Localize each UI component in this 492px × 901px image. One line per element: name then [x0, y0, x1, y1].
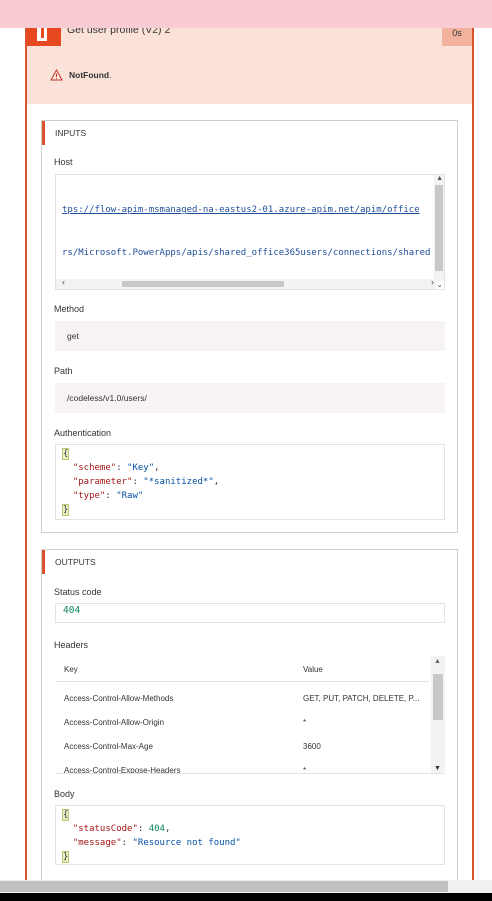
warning-icon — [50, 69, 63, 81]
host-value-box[interactable]: tps://flow-apim-msmanaged-na-eastus2-01.… — [55, 174, 445, 290]
scroll-down-icon[interactable]: ▼ — [434, 765, 441, 772]
status-code-label: Status code — [54, 587, 102, 597]
path-value: /codeless/v1.0/users/ — [55, 383, 445, 413]
error-suffix: . — [109, 70, 112, 80]
right-margin — [474, 28, 492, 880]
body-label: Body — [54, 789, 75, 799]
json-value-message: "Resource not found" — [132, 838, 241, 848]
table-row: Access-Control-Expose-Headers * — [55, 757, 429, 774]
headers-label: Headers — [54, 640, 89, 650]
host-url-line1[interactable]: tps://flow-apim-msmanaged-na-eastus2-01.… — [62, 205, 420, 215]
json-close-brace: } — [62, 504, 70, 516]
method-value: get — [55, 321, 445, 351]
duration-badge: 0s — [442, 28, 472, 46]
top-banner — [0, 0, 492, 28]
page-horizontal-scrollbar[interactable] — [0, 880, 492, 893]
card-border-right — [472, 28, 474, 880]
error-code: NotFound — [69, 70, 110, 80]
error-message: NotFound. — [69, 70, 112, 80]
scroll-up-icon[interactable]: ▲ — [434, 658, 441, 665]
inputs-section-title: INPUTS — [42, 121, 457, 145]
json-value-parameter: "*sanitized*" — [143, 477, 214, 487]
status-code-value: 404 — [55, 603, 445, 623]
header-key: Access-Control-Allow-Methods — [64, 694, 174, 703]
json-close-brace: } — [62, 851, 70, 863]
scroll-down-icon[interactable]: ⌄ — [436, 280, 443, 289]
header-value: 3600 — [303, 742, 321, 751]
scroll-right-icon[interactable]: › — [431, 277, 434, 287]
json-open-brace: { — [62, 809, 70, 821]
header-key: Access-Control-Allow-Origin — [64, 718, 165, 727]
json-key-message: "message" — [72, 838, 122, 848]
card-border-left — [25, 28, 27, 880]
host-horizontal-scrollbar[interactable]: ‹ › — [56, 277, 436, 289]
host-vertical-scroll-thumb[interactable] — [435, 185, 443, 271]
json-key-parameter: "parameter" — [72, 477, 133, 487]
host-horizontal-scroll-thumb[interactable] — [122, 281, 284, 287]
host-vertical-scrollbar[interactable]: ▲ — [434, 175, 444, 281]
json-key-type: "type" — [72, 491, 106, 501]
error-row: NotFound. — [50, 69, 112, 81]
table-row: Access-Control-Allow-Origin * — [55, 709, 429, 733]
authentication-code[interactable]: { "scheme": "Key", "parameter": "*saniti… — [55, 444, 445, 520]
json-open-brace: { — [62, 448, 70, 460]
json-key-statuscode: "statusCode" — [72, 824, 138, 834]
outputs-section-title: OUTPUTS — [42, 550, 457, 574]
page-horizontal-scroll-thumb[interactable] — [0, 881, 448, 892]
path-label: Path — [54, 366, 73, 376]
table-row: Access-Control-Allow-Methods GET, PUT, P… — [55, 685, 429, 709]
authentication-label: Authentication — [54, 428, 112, 438]
headers-vertical-scrollbar[interactable]: ▲ ▼ — [431, 656, 445, 773]
json-key-scheme: "scheme" — [72, 463, 117, 473]
header-value: GET, PUT, PATCH, DELETE, P... — [303, 694, 420, 703]
json-value-statuscode: 404 — [148, 824, 165, 834]
headers-scroll-thumb[interactable] — [433, 674, 443, 720]
headers-column-value: Value — [303, 665, 323, 674]
json-value-type: "Raw" — [116, 491, 144, 501]
table-row: Access-Control-Max-Age 3600 — [55, 733, 429, 757]
header-value: * — [303, 718, 307, 727]
bottom-bar — [0, 893, 492, 901]
host-label: Host — [54, 157, 73, 167]
header-value: * — [303, 766, 307, 774]
headers-table-header: Key Value — [55, 656, 429, 682]
headers-column-key: Key — [64, 665, 78, 674]
body-code[interactable]: { "statusCode": 404, "message": "Resourc… — [55, 805, 445, 865]
office-logo-inner-bar — [41, 28, 44, 38]
headers-table[interactable]: Key Value Access-Control-Allow-Methods G… — [55, 656, 445, 774]
scroll-left-icon[interactable]: ‹ — [62, 277, 65, 287]
scroll-up-icon[interactable]: ▲ — [436, 175, 443, 182]
host-url-line2: rs/Microsoft.PowerApps/apis/shared_offic… — [62, 248, 431, 258]
header-key: Access-Control-Expose-Headers — [64, 766, 181, 774]
json-value-scheme: "Key" — [127, 463, 155, 473]
left-frame — [0, 28, 26, 880]
action-card-header[interactable] — [27, 28, 472, 104]
header-key: Access-Control-Max-Age — [64, 742, 153, 751]
method-label: Method — [54, 304, 85, 314]
